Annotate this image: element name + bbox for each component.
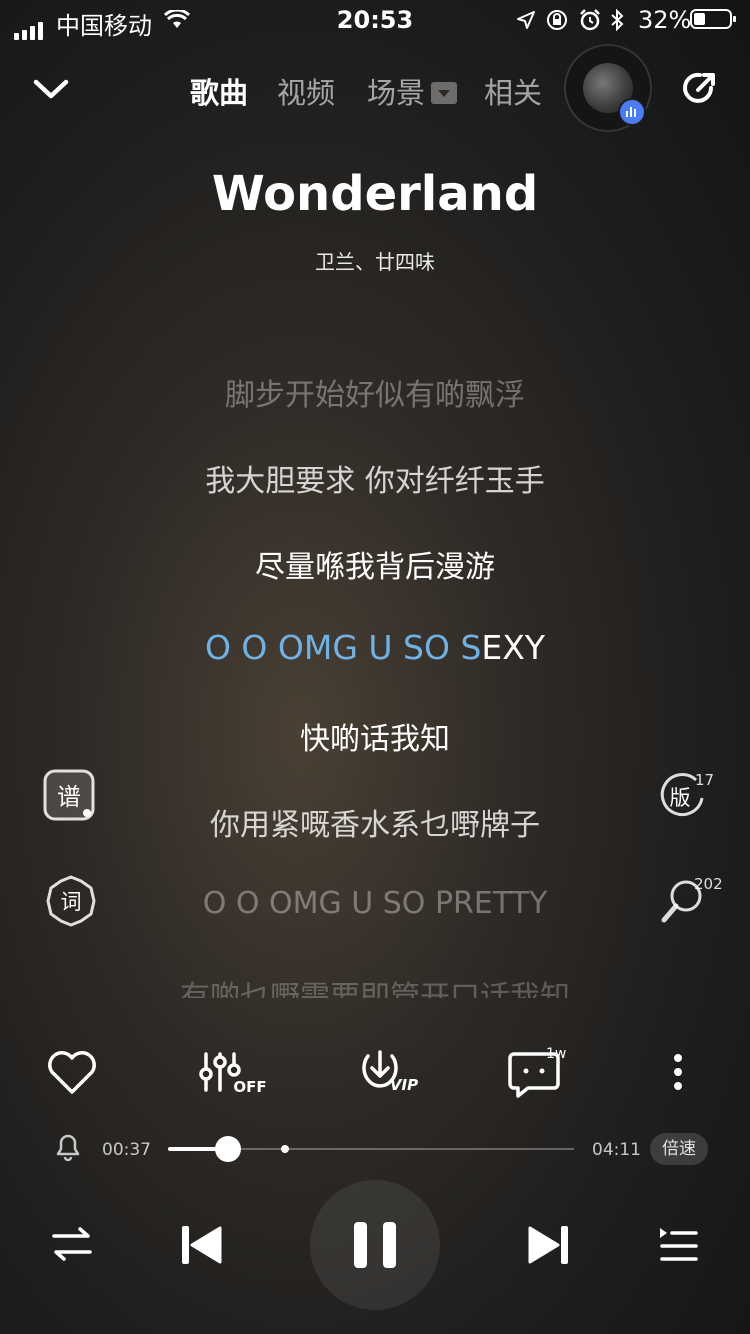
rotation-lock-icon: [547, 10, 567, 30]
search-count: 202: [694, 875, 723, 893]
lyrics-icon[interactable]: 词: [44, 874, 98, 928]
lyric-line[interactable]: O O OMG U SO PRETTY: [0, 886, 750, 921]
alarm-icon[interactable]: [54, 1130, 82, 1162]
lyric-line[interactable]: 你用紧嘅香水系乜嘢牌子: [0, 800, 750, 844]
more-icon[interactable]: [648, 1044, 708, 1104]
next-icon[interactable]: [526, 1222, 572, 1268]
repeat-icon[interactable]: [50, 1222, 94, 1266]
song-title: Wonderland: [211, 166, 539, 222]
lyric-line[interactable]: 脚步开始好似有啲飘浮: [0, 370, 750, 414]
lyric-line[interactable]: 快啲话我知: [0, 714, 750, 758]
progress-thumb[interactable]: [214, 1136, 241, 1162]
battery-icon: [690, 9, 736, 29]
bluetooth-icon: [611, 8, 624, 32]
version-count: 17: [695, 771, 715, 789]
svg-text:词: 词: [61, 890, 82, 914]
share-icon[interactable]: [680, 68, 720, 108]
tab-related[interactable]: 相关: [484, 70, 542, 112]
eq-label: OFF: [233, 1078, 266, 1096]
score-icon[interactable]: 谱: [42, 768, 96, 822]
tab-video[interactable]: 视频: [277, 70, 335, 112]
lyric-line[interactable]: 有啲乜嘢需要即管开口话我知: [0, 972, 750, 998]
lyric-sung-part: O O OMG U SO S: [204, 628, 482, 667]
lyric-line[interactable]: 尽量喺我背后漫游: [0, 542, 750, 586]
current-lyric-line[interactable]: O O OMG U SO SEXY: [0, 628, 750, 667]
lyric-unsung-part: EXY: [481, 628, 546, 667]
download-vip-label: VIP: [390, 1076, 418, 1094]
battery-percent: 32%: [638, 6, 692, 34]
dropdown-icon: [431, 82, 458, 104]
pause-icon-bar: [383, 1222, 396, 1268]
location-icon: [517, 11, 535, 29]
svg-text:谱: 谱: [57, 783, 81, 811]
elapsed-time: 00:37: [102, 1140, 151, 1160]
heart-icon[interactable]: [42, 1044, 102, 1104]
voice-badge-icon: [618, 98, 646, 126]
tab-song[interactable]: 歌曲: [190, 70, 248, 112]
song-artist[interactable]: 卫兰、廿四味: [0, 246, 750, 275]
playlist-icon[interactable]: [656, 1222, 700, 1266]
alarm-status-icon: [580, 9, 600, 31]
equalizer-icon[interactable]: OFF: [196, 1044, 272, 1104]
album-cover-button[interactable]: [566, 46, 650, 130]
lyric-line[interactable]: 我大胆要求 你对纤纤玉手: [0, 456, 750, 500]
prev-icon[interactable]: [178, 1222, 224, 1268]
status-bar: 中国移动 20:53 32%: [0, 0, 750, 40]
comment-count: 1w: [546, 1046, 567, 1062]
collapse-chevron-icon[interactable]: [32, 76, 70, 102]
svg-text:版: 版: [670, 786, 691, 810]
speed-button[interactable]: 倍速: [650, 1133, 708, 1165]
tab-scene-label: 场景: [367, 76, 426, 110]
total-time: 04:11: [592, 1140, 641, 1160]
pause-button[interactable]: [310, 1180, 440, 1310]
pause-icon: [354, 1222, 367, 1268]
tab-scene[interactable]: 场景: [367, 70, 458, 112]
download-icon[interactable]: VIP: [352, 1044, 422, 1104]
buffer-marker: [281, 1145, 289, 1153]
